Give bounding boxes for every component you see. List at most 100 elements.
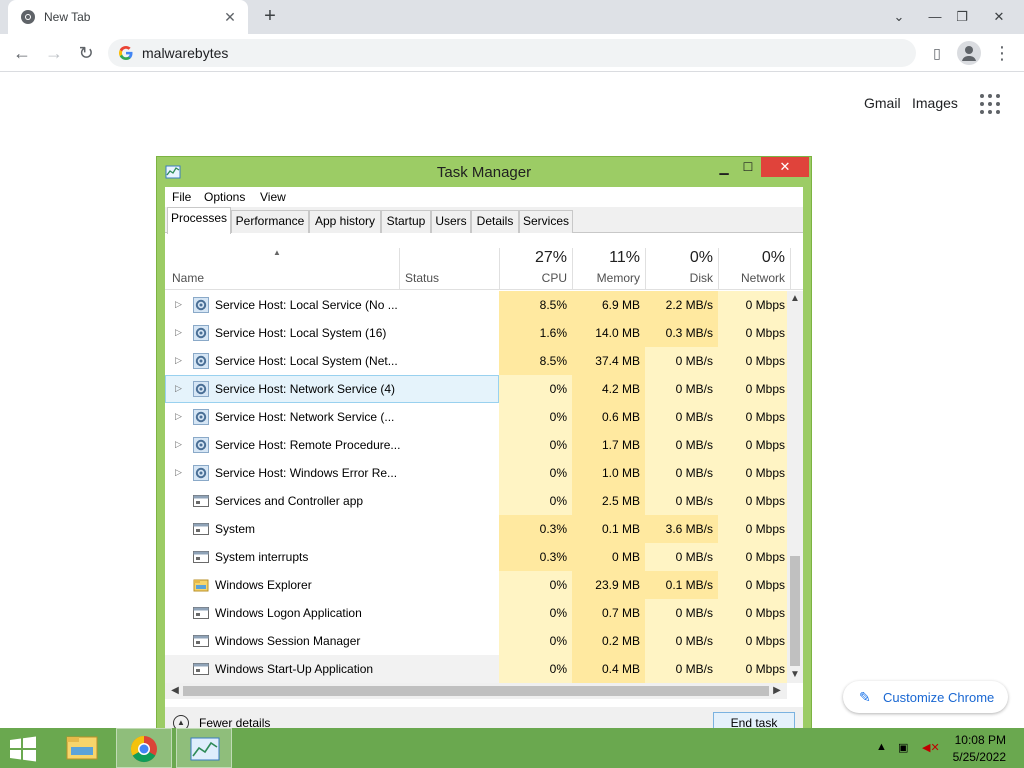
person-icon xyxy=(962,46,976,61)
process-name: Service Host: Local System (16) xyxy=(215,326,387,340)
table-row[interactable]: Windows Session Manager 0% 0.2 MB 0 MB/s 0 M… xyxy=(165,627,787,655)
close-button[interactable]: ✕ xyxy=(761,157,809,177)
process-cpu-value: 0% xyxy=(499,627,572,655)
table-row[interactable]: ▷ Service Host: Remote Procedure... 0% 1.7 … xyxy=(165,431,787,459)
restore-window-button[interactable]: ❐ xyxy=(945,0,979,34)
expand-arrow-icon[interactable]: ▷ xyxy=(175,411,182,422)
profile-avatar[interactable] xyxy=(957,41,981,65)
expand-arrow-icon[interactable]: ▷ xyxy=(175,467,182,478)
process-name: Windows Explorer xyxy=(215,578,312,592)
scroll-left-icon[interactable]: ◀ xyxy=(167,683,183,699)
scroll-thumb[interactable] xyxy=(790,556,800,666)
volume-muted-icon[interactable]: ◀✕ xyxy=(922,741,940,754)
tab-users[interactable]: Users xyxy=(431,210,471,233)
tab-new-tab[interactable]: New Tab ✕ xyxy=(8,0,248,34)
reload-button[interactable]: ↻ xyxy=(72,39,100,67)
tab-services[interactable]: Services xyxy=(519,210,573,233)
column-memory[interactable]: Memory xyxy=(572,271,640,285)
column-status[interactable]: Status xyxy=(405,271,439,285)
process-status-cell xyxy=(399,543,499,571)
scroll-down-icon[interactable]: ▼ xyxy=(787,667,803,683)
google-apps-icon[interactable] xyxy=(980,94,1000,114)
forward-button[interactable]: → xyxy=(40,39,68,67)
maximize-button[interactable]: ☐ xyxy=(733,157,763,177)
network-icon[interactable]: ▣ xyxy=(898,741,908,754)
address-bar[interactable]: malwarebytes xyxy=(108,39,916,67)
column-disk[interactable]: Disk xyxy=(645,271,713,285)
cpu-total[interactable]: 27% xyxy=(499,249,567,267)
tab-performance[interactable]: Performance xyxy=(231,210,309,233)
table-row[interactable]: ▷ Service Host: Network Service (... 0% 0.6… xyxy=(165,403,787,431)
close-window-button[interactable]: ✕ xyxy=(982,0,1016,34)
table-row[interactable]: System 0.3% 0.1 MB 3.6 MB/s 0 Mbps xyxy=(165,515,787,543)
task-manager-taskbar-icon[interactable] xyxy=(176,728,232,768)
windows-start-icon[interactable] xyxy=(8,736,38,762)
expand-arrow-icon[interactable]: ▷ xyxy=(175,327,182,338)
process-network-value: 0 Mbps xyxy=(718,403,787,431)
close-tab-icon[interactable]: ✕ xyxy=(220,7,240,27)
table-row[interactable]: System interrupts 0.3% 0 MB 0 MB/s 0 Mbps xyxy=(165,543,787,571)
process-disk-value: 0 MB/s xyxy=(645,431,718,459)
images-link[interactable]: Images xyxy=(912,95,958,111)
menu-options[interactable]: Options xyxy=(204,190,245,204)
process-name: Service Host: Local Service (No ... xyxy=(215,298,398,312)
process-name-cell: System interrupts xyxy=(165,543,399,571)
chrome-taskbar-icon[interactable] xyxy=(116,728,172,768)
scroll-right-icon[interactable]: ▶ xyxy=(769,683,785,699)
table-row[interactable]: ▷ Service Host: Local System (16) 1.6% 14.0… xyxy=(165,319,787,347)
chrome-menu-icon[interactable]: ⋮ xyxy=(988,39,1016,67)
column-cpu[interactable]: CPU xyxy=(499,271,567,285)
google-g-icon xyxy=(119,46,133,60)
tab-search-icon[interactable]: ⌄ xyxy=(882,0,916,34)
tab-app-history[interactable]: App history xyxy=(309,210,381,233)
column-name[interactable]: Name xyxy=(172,271,204,285)
task-manager-titlebar[interactable]: Task Manager ▁ ☐ ✕ xyxy=(157,157,811,187)
table-row[interactable]: Windows Start-Up Application 0% 0.4 MB 0 MB… xyxy=(165,655,787,683)
tab-details[interactable]: Details xyxy=(471,210,519,233)
gear-icon xyxy=(193,353,209,369)
process-network-value: 0 Mbps xyxy=(718,375,787,403)
tab-processes[interactable]: Processes xyxy=(167,207,231,234)
process-memory-value: 1.7 MB xyxy=(572,431,645,459)
taskbar-date[interactable]: 5/25/2022 xyxy=(953,750,1006,764)
file-explorer-icon[interactable] xyxy=(54,728,110,768)
process-network-value: 0 Mbps xyxy=(718,571,787,599)
back-button[interactable]: ← xyxy=(8,39,36,67)
memory-total[interactable]: 11% xyxy=(572,249,640,267)
expand-arrow-icon[interactable]: ▷ xyxy=(175,439,182,450)
column-divider xyxy=(790,248,791,290)
menu-file[interactable]: File xyxy=(172,190,191,204)
window-icon xyxy=(193,661,209,677)
process-name: Windows Logon Application xyxy=(215,606,362,620)
table-row[interactable]: ▷ Service Host: Windows Error Re... 0% 1.0 … xyxy=(165,459,787,487)
process-name-cell: Windows Start-Up Application xyxy=(165,655,399,683)
menu-view[interactable]: View xyxy=(260,190,286,204)
table-row[interactable]: ▷ Service Host: Local Service (No ... 8.5%… xyxy=(165,291,787,319)
scroll-up-icon[interactable]: ▲ xyxy=(787,291,803,307)
side-panel-icon[interactable]: ▯ xyxy=(923,39,951,67)
process-network-value: 0 Mbps xyxy=(718,487,787,515)
horizontal-scrollbar[interactable]: ◀ ▶ xyxy=(165,683,787,699)
process-name: Windows Session Manager xyxy=(215,634,361,648)
expand-arrow-icon[interactable]: ▷ xyxy=(175,299,182,310)
table-row[interactable]: ▷ Service Host: Local System (Net... 8.5% 3… xyxy=(165,347,787,375)
table-row[interactable]: Windows Explorer 0% 23.9 MB 0.1 MB/s 0 Mbps xyxy=(165,571,787,599)
table-row[interactable]: ▷ Service Host: Network Service (4) 0% 4.2 … xyxy=(165,375,787,403)
process-network-value: 0 Mbps xyxy=(718,627,787,655)
gear-icon xyxy=(193,465,209,481)
new-tab-button[interactable]: + xyxy=(258,5,282,29)
process-cpu-value: 0% xyxy=(499,403,572,431)
taskbar-time[interactable]: 10:08 PM xyxy=(955,733,1006,747)
column-network[interactable]: Network xyxy=(718,271,785,285)
vertical-scrollbar[interactable]: ▲ ▼ xyxy=(787,291,803,683)
expand-arrow-icon[interactable]: ▷ xyxy=(175,355,182,366)
customize-chrome-button[interactable]: ✎ Customize Chrome xyxy=(843,681,1008,713)
tab-startup[interactable]: Startup xyxy=(381,210,431,233)
disk-total[interactable]: 0% xyxy=(645,249,713,267)
show-hidden-icons-icon[interactable]: ▲ xyxy=(876,741,887,753)
table-row[interactable]: Windows Logon Application 0% 0.7 MB 0 MB/s 0… xyxy=(165,599,787,627)
table-row[interactable]: Services and Controller app 0% 2.5 MB 0 MB/… xyxy=(165,487,787,515)
gmail-link[interactable]: Gmail xyxy=(864,95,901,111)
network-total[interactable]: 0% xyxy=(718,249,785,267)
scroll-thumb-horizontal[interactable] xyxy=(183,686,769,696)
